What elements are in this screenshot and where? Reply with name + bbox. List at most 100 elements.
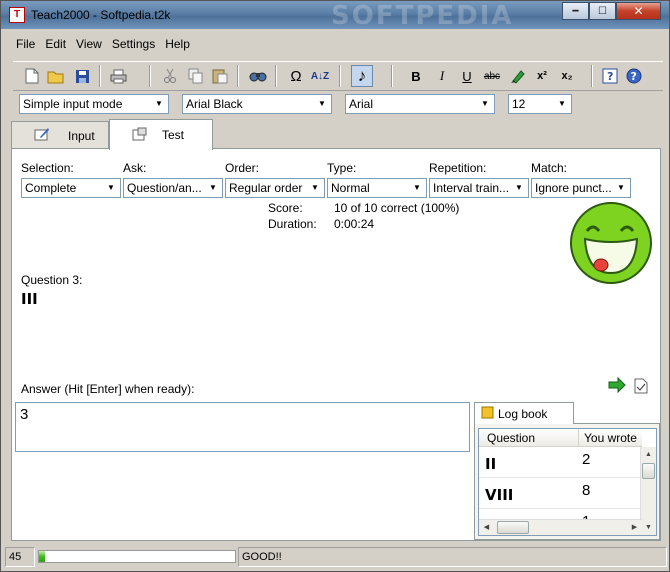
superscript-icon[interactable]: x² bbox=[531, 65, 553, 87]
match-label: Match: bbox=[531, 161, 568, 175]
find-icon[interactable] bbox=[247, 65, 269, 87]
new-file-icon[interactable] bbox=[21, 65, 43, 87]
copy-icon[interactable] bbox=[185, 65, 207, 87]
question-label: Question 3: bbox=[21, 273, 83, 287]
chevron-down-icon: ▼ bbox=[515, 183, 523, 192]
chevron-down-icon: ▼ bbox=[558, 99, 566, 108]
ask-select[interactable]: Question/an... ▼ bbox=[123, 178, 223, 198]
toolbar-separator bbox=[149, 65, 151, 87]
toolbar-separator bbox=[275, 65, 277, 87]
repetition-select[interactable]: Interval train... ▼ bbox=[429, 178, 529, 198]
italic-icon[interactable]: I bbox=[431, 65, 453, 87]
bold-icon[interactable]: B bbox=[405, 65, 427, 87]
tab-input[interactable]: Input bbox=[11, 121, 109, 149]
type-value: Normal bbox=[331, 181, 370, 195]
type-select[interactable]: Normal ▼ bbox=[327, 178, 427, 198]
scroll-right-icon[interactable]: ▶ bbox=[627, 520, 642, 535]
menu-edit[interactable]: Edit bbox=[40, 35, 71, 55]
scroll-thumb[interactable] bbox=[497, 521, 529, 534]
chevron-down-icon: ▼ bbox=[311, 183, 319, 192]
font-select-2-value: Arial bbox=[349, 97, 374, 111]
print-icon[interactable] bbox=[107, 65, 129, 87]
font-select-2[interactable]: Arial ▼ bbox=[345, 94, 495, 114]
window-title: Teach2000 - Softpedia.t2k bbox=[31, 8, 171, 22]
strikethrough-icon[interactable]: abc bbox=[481, 65, 503, 87]
question-text: III bbox=[21, 290, 38, 308]
tab-logbook[interactable]: Log book bbox=[474, 402, 574, 424]
cut-icon[interactable] bbox=[159, 65, 181, 87]
maximize-icon: ☐ bbox=[598, 5, 607, 17]
status-message: GOOD!! bbox=[238, 547, 667, 567]
chevron-down-icon: ▼ bbox=[318, 99, 326, 108]
mode-select[interactable]: Simple input mode ▼ bbox=[19, 94, 169, 114]
close-button[interactable]: ✕ bbox=[616, 2, 661, 20]
row-question: II bbox=[485, 455, 497, 473]
app-window: T Teach2000 - Softpedia.t2k SOFTPEDIA ━ … bbox=[0, 0, 670, 572]
chevron-down-icon: ▼ bbox=[617, 183, 625, 192]
app-icon: T bbox=[9, 7, 25, 23]
score-value: 10 of 10 correct (100%) bbox=[334, 201, 460, 215]
row-answer: 8 bbox=[582, 482, 591, 499]
column-header-question[interactable]: Question bbox=[487, 431, 535, 445]
match-select[interactable]: Ignore punct... ▼ bbox=[531, 178, 631, 198]
close-icon: ✕ bbox=[633, 4, 644, 18]
answer-input[interactable]: 3 bbox=[15, 402, 470, 452]
paste-icon[interactable] bbox=[209, 65, 231, 87]
smiley-face-icon bbox=[569, 201, 653, 285]
tab-input-label: Input bbox=[68, 128, 95, 143]
duration-value: 0:00:24 bbox=[334, 217, 375, 231]
order-select[interactable]: Regular order ▼ bbox=[225, 178, 325, 198]
test-panel: Selection: Ask: Order: Type: Repetition:… bbox=[11, 148, 661, 541]
selection-select[interactable]: Complete ▼ bbox=[21, 178, 121, 198]
column-header-you-wrote[interactable]: You wrote bbox=[584, 431, 637, 445]
menu-settings[interactable]: Settings bbox=[107, 35, 160, 55]
table-row[interactable]: VIII 8 bbox=[479, 479, 642, 509]
chevron-down-icon: ▼ bbox=[155, 99, 163, 108]
subscript-icon[interactable]: x₂ bbox=[556, 65, 578, 87]
minimize-button[interactable]: ━ bbox=[562, 2, 589, 20]
toolbar-separator bbox=[591, 65, 593, 87]
special-character-icon[interactable]: Ω bbox=[285, 65, 307, 87]
minimize-icon: ━ bbox=[572, 5, 579, 17]
sort-icon[interactable]: A↓Z bbox=[309, 65, 331, 87]
tab-test[interactable]: Test bbox=[109, 119, 213, 150]
menu-help[interactable]: Help bbox=[160, 35, 195, 55]
mode-select-value: Simple input mode bbox=[23, 97, 123, 111]
vertical-scrollbar[interactable]: ▲ ▼ bbox=[640, 447, 656, 535]
font-size-select[interactable]: 12 ▼ bbox=[508, 94, 572, 114]
scroll-left-icon[interactable]: ◀ bbox=[479, 520, 494, 535]
scroll-up-icon[interactable]: ▲ bbox=[641, 447, 656, 462]
arrow-right-icon[interactable] bbox=[608, 376, 626, 396]
toolbar-separator bbox=[99, 65, 101, 87]
pencil-icon bbox=[34, 127, 50, 144]
document-check-icon[interactable] bbox=[634, 378, 648, 397]
logbook-table[interactable]: Question You wrote II 2 VIII 8 I 1 ▲ bbox=[478, 428, 657, 536]
toolbar: Ω A↓Z ♪ B I U abc x² x₂ ? ? bbox=[13, 61, 663, 91]
underline-icon[interactable]: U bbox=[456, 65, 478, 87]
menu-file[interactable]: File bbox=[11, 35, 40, 55]
status-bar: 45 GOOD!! bbox=[5, 547, 667, 567]
scroll-thumb[interactable] bbox=[642, 463, 655, 479]
table-row[interactable]: II 2 bbox=[479, 448, 642, 478]
ask-value: Question/an... bbox=[127, 181, 202, 195]
save-icon[interactable] bbox=[71, 65, 93, 87]
chevron-down-icon: ▼ bbox=[209, 183, 217, 192]
svg-text:?: ? bbox=[607, 70, 613, 83]
menu-view[interactable]: View bbox=[71, 35, 107, 55]
font-size-value: 12 bbox=[512, 97, 526, 111]
toolbar-separator bbox=[391, 65, 393, 87]
repetition-label: Repetition: bbox=[429, 161, 487, 175]
sound-icon[interactable]: ♪ bbox=[351, 65, 373, 87]
font-select[interactable]: Arial Black ▼ bbox=[182, 94, 332, 114]
toolbar-separator bbox=[237, 65, 239, 87]
menu-bar: File Edit View Settings Help bbox=[11, 35, 195, 55]
open-folder-icon[interactable] bbox=[45, 65, 67, 87]
horizontal-scrollbar[interactable]: ◀ ▶ bbox=[479, 519, 642, 535]
help-icon[interactable]: ? bbox=[623, 65, 645, 87]
title-bar[interactable]: T Teach2000 - Softpedia.t2k SOFTPEDIA ━ … bbox=[1, 1, 669, 31]
match-value: Ignore punct... bbox=[535, 181, 612, 195]
scroll-down-icon[interactable]: ▼ bbox=[641, 520, 656, 535]
maximize-button[interactable]: ☐ bbox=[589, 2, 616, 20]
help-index-icon[interactable]: ? bbox=[599, 65, 621, 87]
highlight-icon[interactable] bbox=[507, 65, 529, 87]
